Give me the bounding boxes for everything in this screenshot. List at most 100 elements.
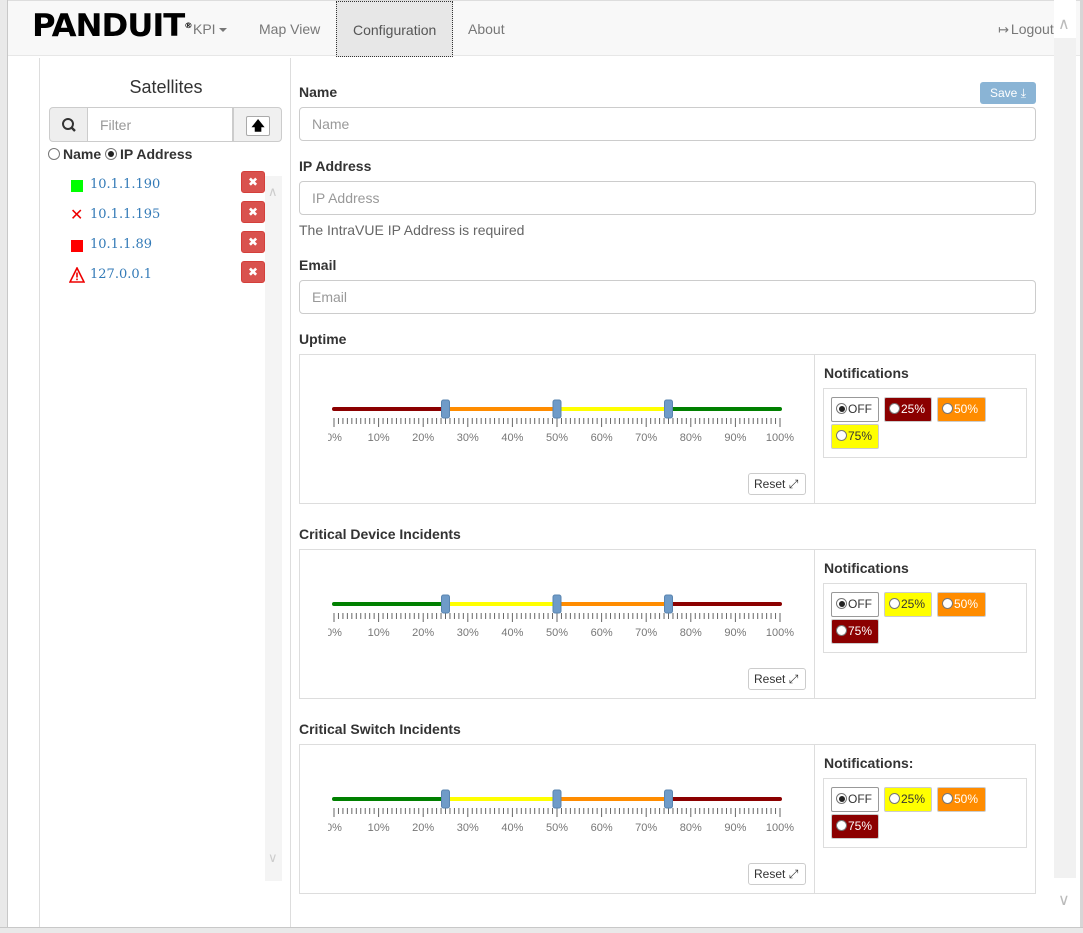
status-red-x-icon: ✕: [70, 207, 84, 224]
satellite-ip-link[interactable]: 10.1.1.195: [90, 207, 160, 222]
notification-options: OFF 25% 50% 75%: [823, 778, 1027, 848]
radio-icon: [942, 598, 953, 609]
notifications-title: Notifications:: [824, 755, 914, 771]
slider-tick-label: 60%: [591, 822, 613, 834]
threshold-slider[interactable]: 0% 10% 20% 30% 40% 50% 60% 70% 80% 90% 100%: [328, 594, 798, 650]
notification-option-off[interactable]: OFF: [831, 592, 879, 617]
reset-button[interactable]: Reset ⤢: [748, 863, 806, 885]
nav-kpi-dropdown[interactable]: KPI: [193, 1, 227, 57]
notifications-title: Notifications: [824, 560, 909, 576]
scroll-down-icon[interactable]: ∨: [268, 850, 278, 866]
save-button[interactable]: Save ⤓: [980, 82, 1036, 104]
notification-option-75pct[interactable]: 75%: [831, 814, 879, 839]
notification-option-50pct[interactable]: 50%: [937, 397, 986, 422]
slider-tick-label: 80%: [680, 627, 702, 639]
notification-option-50pct[interactable]: 50%: [937, 592, 986, 617]
notification-options: OFF 25% 50% 75%: [823, 583, 1027, 653]
notification-option-75pct[interactable]: 75%: [831, 424, 879, 449]
email-input[interactable]: [299, 280, 1036, 314]
satellite-ip-link[interactable]: 10.1.1.190: [90, 177, 160, 192]
slider-handle[interactable]: [664, 594, 673, 614]
slider-handle[interactable]: [664, 789, 673, 809]
slider-handle[interactable]: [552, 789, 562, 809]
notification-option-label: 50%: [954, 402, 979, 416]
delete-satellite-button[interactable]: ✖: [241, 201, 265, 223]
ip-address-input[interactable]: [299, 181, 1036, 215]
filter-group: 🡅: [49, 107, 282, 142]
threshold-slider[interactable]: 0% 10% 20% 30% 40% 50% 60% 70% 80% 90% 100%: [328, 399, 798, 455]
list-item[interactable]: 127.0.0.1 ✖: [49, 260, 282, 290]
scroll-down-icon[interactable]: ∨: [1058, 890, 1070, 910]
ip-address-help-text: The IntraVUE IP Address is required: [299, 222, 525, 238]
brand-logo[interactable]: PANDUIT®: [32, 11, 193, 42]
scroll-up-icon[interactable]: ∧: [268, 184, 278, 200]
slider-tick-label: 20%: [412, 822, 434, 834]
satellite-ip-link[interactable]: 10.1.1.89: [90, 237, 152, 252]
reset-button[interactable]: Reset ⤢: [748, 473, 806, 495]
sidebar-title: Satellites: [129, 77, 203, 97]
email-label: Email: [299, 257, 337, 273]
slider-handle[interactable]: [441, 399, 450, 419]
threshold-slider[interactable]: 0% 10% 20% 30% 40% 50% 60% 70% 80% 90% 100%: [328, 789, 798, 845]
notification-option-off[interactable]: OFF: [831, 397, 879, 422]
page-scrollbar[interactable]: ∧ ∨: [1054, 0, 1076, 927]
search-icon[interactable]: [49, 107, 88, 142]
logout-link[interactable]: ↦ Logout: [998, 1, 1054, 57]
nav-configuration[interactable]: Configuration: [336, 1, 454, 57]
slider-handle[interactable]: [664, 399, 673, 419]
sort-button[interactable]: 🡅: [233, 107, 282, 142]
sidebar-scrollbar[interactable]: ∧ ∨: [265, 176, 282, 881]
slider-tick-label: 70%: [635, 822, 657, 834]
slider-tick-label: 10%: [368, 822, 390, 834]
list-item[interactable]: 10.1.1.89 ✖: [49, 230, 282, 260]
delete-satellite-button[interactable]: ✖: [241, 231, 265, 253]
threshold-label: Critical Device Incidents: [299, 526, 461, 542]
name-input[interactable]: [299, 107, 1036, 141]
notification-option-off[interactable]: OFF: [831, 787, 879, 812]
radio-icon: [836, 598, 847, 609]
slider-tick-label: 40%: [501, 432, 523, 444]
notification-option-75pct[interactable]: 75%: [831, 619, 879, 644]
slider-handle[interactable]: [441, 789, 450, 809]
sort-by-ip-radio[interactable]: IP Address: [105, 146, 192, 162]
slider-tick-label: 80%: [680, 822, 702, 834]
slider-tick-label: 70%: [635, 432, 657, 444]
nav-map-view[interactable]: Map View: [259, 1, 320, 57]
notification-option-25pct[interactable]: 25%: [884, 592, 932, 617]
slider-tick-label: 0%: [328, 432, 342, 444]
delete-satellite-button[interactable]: ✖: [241, 261, 265, 283]
slider-tick-label: 90%: [724, 822, 746, 834]
sort-by-options: Name IP Address: [48, 146, 192, 162]
slider-tick-label: 30%: [457, 432, 479, 444]
nav-about[interactable]: About: [468, 1, 505, 57]
scroll-track[interactable]: [1054, 38, 1076, 878]
notification-option-label: 50%: [954, 792, 979, 806]
slider-handle[interactable]: [552, 594, 562, 614]
slider-handle[interactable]: [441, 594, 450, 614]
notification-option-50pct[interactable]: 50%: [937, 787, 986, 812]
scroll-up-icon[interactable]: ∧: [1058, 14, 1070, 34]
reset-button[interactable]: Reset ⤢: [748, 668, 806, 690]
download-icon: ⤓: [1020, 86, 1026, 100]
radio-icon: [942, 793, 953, 804]
sort-by-name-radio[interactable]: Name: [48, 146, 101, 162]
slider-tick-label: 90%: [724, 432, 746, 444]
slider-handle[interactable]: [552, 399, 562, 419]
notification-option-label: OFF: [848, 402, 872, 416]
radio-icon: [836, 625, 847, 636]
list-item[interactable]: ✕ 10.1.1.195 ✖: [49, 200, 282, 230]
slider-tick-label: 30%: [457, 822, 479, 834]
logout-icon: ↦: [998, 22, 1009, 37]
notification-option-label: 25%: [901, 792, 926, 806]
notification-option-label: OFF: [848, 597, 872, 611]
threshold-panel: 0% 10% 20% 30% 40% 50% 60% 70% 80% 90% 100% Reset …: [299, 744, 1036, 894]
notification-option-25pct[interactable]: 25%: [884, 787, 932, 812]
filter-input[interactable]: [87, 107, 233, 142]
slider-tick-label: 60%: [591, 627, 613, 639]
list-item[interactable]: 10.1.1.190 ✖: [49, 170, 282, 200]
slider-tick-label: 40%: [501, 627, 523, 639]
satellite-ip-link[interactable]: 127.0.0.1: [90, 267, 152, 282]
notification-option-25pct[interactable]: 25%: [884, 397, 932, 422]
delete-satellite-button[interactable]: ✖: [241, 171, 265, 193]
ip-address-label: IP Address: [299, 158, 372, 174]
